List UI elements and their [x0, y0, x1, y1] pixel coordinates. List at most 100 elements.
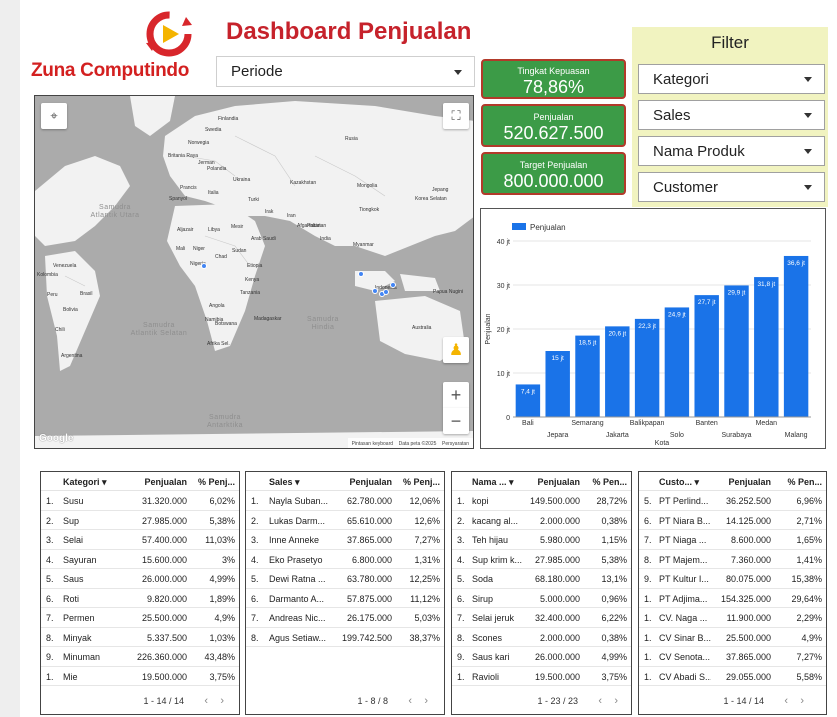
map-marker[interactable]	[390, 282, 396, 288]
table-row[interactable]: 4. Eko Prasetyo 6.800.000 1,31%	[246, 550, 444, 569]
map-label: Norwegia	[188, 140, 210, 146]
table-header[interactable]: Custo... ▾ Penjualan % Pen...	[639, 472, 826, 491]
row-label: Susu	[63, 496, 84, 506]
row-percent: 2,71%	[796, 515, 822, 526]
map-label: Pakistan	[307, 223, 327, 229]
table-row[interactable]: 7. Andreas Nic... 26.175.000 5,03%	[246, 608, 444, 628]
next-page-icon[interactable]: ›	[614, 695, 618, 707]
table-row[interactable]: 1. CV. Naga ... 11.900.000 2,29%	[639, 608, 826, 628]
prev-page-icon[interactable]: ‹	[204, 695, 208, 707]
table-row[interactable]: 6. PT Niara B... 14.125.000 2,71%	[639, 511, 826, 530]
column-header[interactable]: % Pen...	[592, 477, 627, 487]
column-header[interactable]: Penjualan	[144, 477, 187, 487]
table-row[interactable]: 8. Minyak 5.337.500 1,03%	[41, 628, 239, 647]
table-row[interactable]: 5. PT Perlind... 36.252.500 6,96%	[639, 491, 826, 511]
column-header[interactable]: Penjualan	[349, 477, 392, 487]
table-row[interactable]: 8. PT Majem... 7.360.000 1,41%	[639, 550, 826, 569]
table-row[interactable]: 2. kacang al... 2.000.000 0,38%	[452, 511, 631, 530]
column-header[interactable]: % Pen...	[787, 477, 822, 487]
table-row[interactable]: 1. Mie 19.500.000 3,75%	[41, 667, 239, 686]
map-marker[interactable]	[372, 288, 378, 294]
table-row[interactable]: 4. Sup krim k... 27.985.000 5,38%	[452, 550, 631, 569]
bar-data-label: 20,6 jt	[608, 330, 626, 337]
customer-table[interactable]: Custo... ▾ Penjualan % Pen... 5. PT Perlind.…	[638, 471, 827, 715]
table-row[interactable]: 4. Sayuran 15.600.000 3%	[41, 550, 239, 569]
column-header[interactable]: % Penj...	[198, 477, 235, 487]
table-row[interactable]: 9. Saus kari 26.000.000 4,99%	[452, 647, 631, 667]
row-index: 2.	[457, 515, 465, 526]
column-header[interactable]: Kategori ▾	[63, 477, 107, 488]
filter-sales-dropdown[interactable]: Sales	[638, 100, 825, 130]
table-row[interactable]: 7. PT Niaga ... 8.600.000 1,65%	[639, 530, 826, 550]
produk-table[interactable]: Nama ... ▾ Penjualan % Pen... 1. kopi 149.500…	[451, 471, 632, 715]
row-label: PT Niaga ...	[659, 535, 707, 545]
table-row[interactable]: 5. Saus 26.000.000 4,99%	[41, 569, 239, 589]
column-header[interactable]: Sales ▾	[269, 477, 300, 488]
column-header[interactable]: Penjualan	[728, 477, 771, 487]
sales-table[interactable]: Sales ▾ Penjualan % Penj... 1. Nayla Suban..…	[245, 471, 445, 715]
kategori-table[interactable]: Kategori ▾ Penjualan % Penj... 1. Susu 31.320…	[40, 471, 240, 715]
map-label: Mesir	[231, 224, 244, 230]
next-page-icon[interactable]: ›	[800, 695, 804, 707]
next-page-icon[interactable]: ›	[220, 695, 224, 707]
column-header[interactable]: Custo... ▾	[659, 477, 699, 488]
locate-icon[interactable]: ⌖	[41, 103, 67, 129]
period-dropdown[interactable]: Periode	[216, 56, 475, 87]
table-row[interactable]: 9. PT Kultur I... 80.075.000 15,38%	[639, 569, 826, 589]
table-row[interactable]: 1. CV Abadi S... 29.055.000 5,58%	[639, 667, 826, 686]
prev-page-icon[interactable]: ‹	[784, 695, 788, 707]
pagination-label: 1 - 14 / 14	[723, 696, 764, 706]
column-header[interactable]: Penjualan	[537, 477, 580, 487]
table-row[interactable]: 6. Darmanto A... 57.875.000 11,12%	[246, 589, 444, 608]
table-row[interactable]: 1. CV Sinar B... 25.500.000 4,9%	[639, 628, 826, 647]
table-row[interactable]: 9. Minuman 226.360.000 43,48%	[41, 647, 239, 667]
sales-map[interactable]: Finlandia Swedia Norwegia Rusia Britania…	[34, 95, 474, 449]
table-header[interactable]: Nama ... ▾ Penjualan % Pen...	[452, 472, 631, 491]
table-row[interactable]: 5. Soda 68.180.000 13,1%	[452, 569, 631, 589]
map-label: Afrika Sel.	[207, 341, 230, 347]
next-page-icon[interactable]: ›	[424, 695, 428, 707]
table-row[interactable]: 3. Selai 57.400.000 11,03%	[41, 530, 239, 550]
table-row[interactable]: 3. Inne Anneke 37.865.000 7,27%	[246, 530, 444, 550]
filter-produk-dropdown[interactable]: Nama Produk	[638, 136, 825, 166]
street-view-icon[interactable]: ♟	[443, 337, 469, 363]
map-marker[interactable]	[201, 263, 207, 269]
filter-kategori-dropdown[interactable]: Kategori	[638, 64, 825, 94]
table-row[interactable]: 5. Dewi Ratna ... 63.780.000 12,25%	[246, 569, 444, 589]
row-label: Sup	[63, 515, 80, 526]
table-row[interactable]: 8. Scones 2.000.000 0,38%	[452, 628, 631, 647]
map-marker[interactable]	[358, 271, 364, 277]
table-row[interactable]: 2. Sup 27.985.000 5,38%	[41, 511, 239, 530]
period-label: Periode	[231, 63, 283, 80]
table-header[interactable]: Sales ▾ Penjualan % Penj...	[246, 472, 444, 491]
table-row[interactable]: 7. Selai jeruk 32.400.000 6,22%	[452, 608, 631, 628]
zoom-in-button[interactable]: +	[443, 382, 469, 408]
table-row[interactable]: 1. Nayla Suban... 62.780.000 12,06%	[246, 491, 444, 511]
map-marker[interactable]	[383, 289, 389, 295]
table-row[interactable]: 6. Roti 9.820.000 1,89%	[41, 589, 239, 608]
row-percent: 4,99%	[209, 574, 235, 584]
chevron-down-icon	[804, 185, 812, 190]
table-row[interactable]: 1. CV Senota... 37.865.000 7,27%	[639, 647, 826, 667]
row-label: Scones	[472, 632, 503, 643]
y-tick-label: 20 jt	[497, 327, 510, 334]
table-row[interactable]: 1. Ravioli 19.500.000 3,75%	[452, 667, 631, 686]
table-row[interactable]: 1. kopi 149.500.000 28,72%	[452, 491, 631, 511]
zoom-out-button[interactable]: −	[443, 408, 469, 434]
table-header[interactable]: Kategori ▾ Penjualan % Penj...	[41, 472, 239, 491]
filter-customer-dropdown[interactable]: Customer	[638, 172, 825, 202]
column-header[interactable]: Nama ... ▾	[472, 477, 514, 488]
table-row[interactable]: 1. Susu 31.320.000 6,02%	[41, 491, 239, 511]
fullscreen-icon[interactable]: ⛶	[443, 103, 469, 129]
table-row[interactable]: 1. PT Adjima... 154.325.000 29,64%	[639, 589, 826, 608]
keyboard-shortcuts-link[interactable]: Pintasan keyboard	[352, 441, 393, 447]
table-row[interactable]: 6. Sirup 5.000.000 0,96%	[452, 589, 631, 608]
table-row[interactable]: 7. Permen 25.500.000 4,9%	[41, 608, 239, 628]
terms-link[interactable]: Persyaratan	[442, 441, 469, 447]
column-header[interactable]: % Penj...	[403, 477, 440, 487]
table-row[interactable]: 8. Agus Setiaw... 199.742.500 38,37%	[246, 628, 444, 647]
prev-page-icon[interactable]: ‹	[598, 695, 602, 707]
prev-page-icon[interactable]: ‹	[408, 695, 412, 707]
table-row[interactable]: 2. Lukas Darm... 65.610.000 12,6%	[246, 511, 444, 530]
table-row[interactable]: 3. Teh hijau 5.980.000 1,15%	[452, 530, 631, 550]
